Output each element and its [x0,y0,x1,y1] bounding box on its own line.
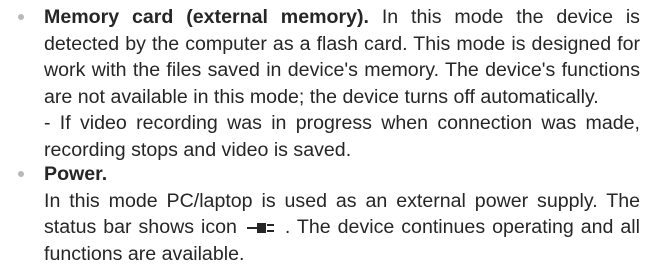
paragraph: Memory card (external memory). In this m… [44,4,640,110]
power-plug-icon [247,221,275,235]
paragraph: In this mode PC/laptop is used as an ext… [44,188,640,267]
list-item-memory-card: Memory card (external memory). In this m… [18,4,640,163]
document-page: Memory card (external memory). In this m… [0,0,656,265]
list-item-power: Power. In this mode PC/laptop is used as… [18,161,640,267]
item-title: Memory card (external memory). [44,6,369,28]
bullet [18,14,24,20]
item-title: Power. [44,161,640,188]
bullet [18,171,24,177]
item-note: - If video recording was in progress whe… [44,110,640,163]
